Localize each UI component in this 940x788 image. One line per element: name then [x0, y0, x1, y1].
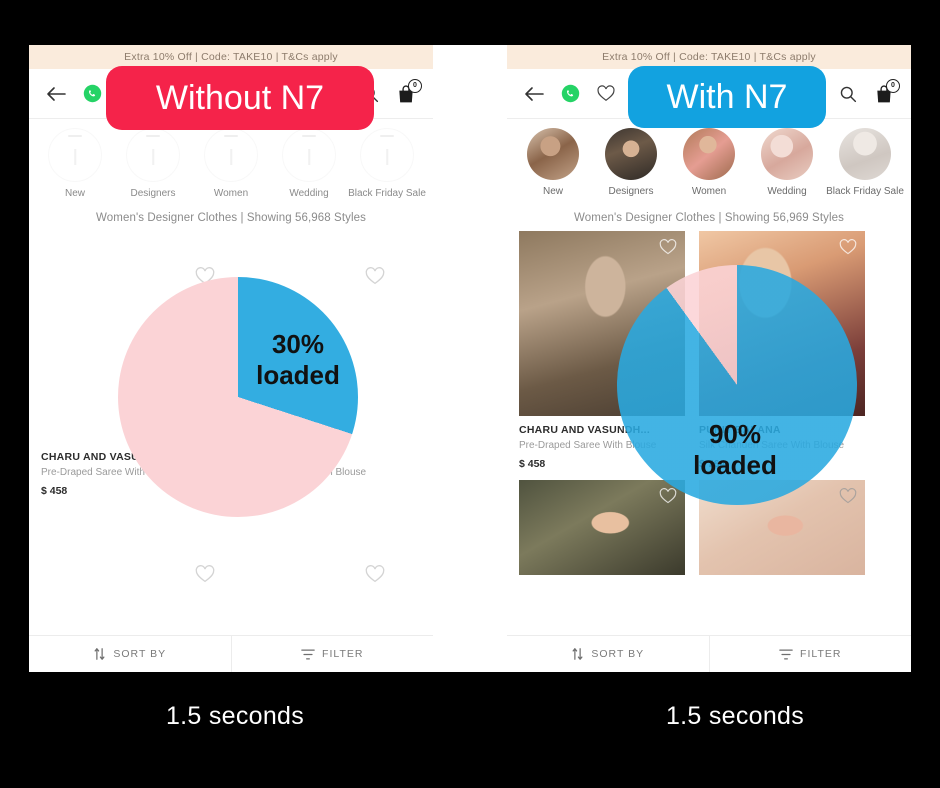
category-thumb	[761, 128, 813, 180]
category-thumb	[839, 128, 891, 180]
category-item[interactable]: New	[517, 128, 589, 197]
sort-by-label: SORT BY	[591, 648, 645, 660]
filter-icon	[301, 648, 315, 660]
sort-icon	[572, 648, 583, 660]
category-item[interactable]: Black Friday Sale	[348, 128, 426, 199]
filter-button[interactable]: FILTER	[232, 636, 434, 672]
whatsapp-icon[interactable]	[79, 81, 105, 107]
search-icon[interactable]	[835, 81, 861, 107]
category-label: Black Friday Sale	[826, 186, 904, 197]
promo-banner-text: Extra 10% Off | Code: TAKE10 | T&Cs appl…	[124, 51, 338, 63]
wishlist-heart-icon[interactable]	[659, 239, 677, 260]
wishlist-heart-icon[interactable]	[195, 565, 215, 588]
category-item[interactable]: Designers	[595, 128, 667, 197]
promo-banner-text: Extra 10% Off | Code: TAKE10 | T&Cs appl…	[602, 51, 816, 63]
category-thumb-placeholder	[48, 128, 102, 182]
caption-left: 1.5 seconds	[165, 702, 305, 730]
pie-value-percent: 30%	[271, 329, 325, 360]
filter-label: FILTER	[800, 648, 842, 660]
badge-without-n7: Without N7	[106, 66, 374, 130]
pie-value-percent: 90%	[708, 419, 762, 450]
category-thumb	[527, 128, 579, 180]
category-item[interactable]: Wedding	[273, 128, 345, 199]
styles-count-text: Women's Designer Clothes | Showing 56,96…	[574, 212, 844, 224]
category-thumb	[683, 128, 735, 180]
category-label: Designers	[130, 188, 176, 199]
bag-icon[interactable]: 0	[871, 78, 900, 107]
wishlist-heart-icon[interactable]	[659, 488, 677, 509]
caption-right: 1.5 seconds	[665, 702, 805, 730]
category-label: Wedding	[767, 186, 807, 197]
sort-by-button[interactable]: SORT BY	[29, 636, 232, 672]
category-label: New	[542, 186, 563, 197]
bottom-action-bar-right: SORT BY FILTER	[507, 635, 911, 672]
filter-button[interactable]: FILTER	[710, 636, 912, 672]
back-arrow-icon[interactable]	[521, 81, 547, 107]
wishlist-heart-icon[interactable]	[839, 239, 857, 260]
category-item[interactable]: Women	[673, 128, 745, 197]
category-thumb-placeholder	[126, 128, 180, 182]
badge-with-n7: With N7	[628, 66, 826, 128]
pie-value-caption: loaded	[693, 450, 777, 480]
category-strip-left: New Designers Women Wedding Black Friday…	[29, 120, 433, 203]
category-strip-right: New Designers Women Wedding Black Friday…	[507, 120, 911, 203]
styles-count-left: Women's Designer Clothes | Showing 56,96…	[29, 205, 433, 231]
badge-without-n7-label: Without N7	[155, 78, 325, 117]
category-label: Women	[213, 188, 249, 199]
category-label: Wedding	[289, 188, 329, 199]
pie-label-with-n7: 90% loaded	[655, 410, 815, 490]
category-item[interactable]: Wedding	[751, 128, 823, 197]
category-label: Black Friday Sale	[348, 188, 426, 199]
bag-count-badge: 0	[886, 78, 900, 93]
category-label: Women	[691, 186, 727, 197]
bag-icon[interactable]: 0	[393, 78, 422, 107]
category-item[interactable]: Designers	[117, 128, 189, 199]
category-thumb-placeholder	[204, 128, 258, 182]
styles-count-text: Women's Designer Clothes | Showing 56,96…	[96, 212, 366, 224]
category-item[interactable]: New	[39, 128, 111, 199]
category-label: New	[64, 188, 85, 199]
wishlist-heart-icon[interactable]	[365, 267, 385, 290]
pie-value-caption: loaded	[256, 360, 340, 390]
filter-label: FILTER	[322, 648, 364, 660]
sort-by-button[interactable]: SORT BY	[507, 636, 710, 672]
category-thumb-placeholder	[282, 128, 336, 182]
category-thumb	[605, 128, 657, 180]
comparison-figure: Extra 10% Off | Code: TAKE10 | T&Cs appl…	[0, 0, 940, 788]
category-thumb-placeholder	[360, 128, 414, 182]
sort-by-label: SORT BY	[113, 648, 167, 660]
badge-with-n7-label: With N7	[666, 77, 788, 116]
whatsapp-icon[interactable]	[557, 81, 583, 107]
product-card[interactable]	[519, 480, 685, 575]
back-arrow-icon[interactable]	[43, 81, 69, 107]
pie-label-without-n7: 30% loaded	[238, 320, 358, 400]
bag-count-badge: 0	[408, 78, 422, 93]
bottom-action-bar-left: SORT BY FILTER	[29, 635, 433, 672]
styles-count-right: Women's Designer Clothes | Showing 56,96…	[507, 205, 911, 231]
heart-icon[interactable]	[593, 81, 619, 107]
filter-icon	[779, 648, 793, 660]
category-item[interactable]: Women	[195, 128, 267, 199]
category-label: Designers	[608, 186, 654, 197]
sort-icon	[94, 648, 105, 660]
category-item[interactable]: Black Friday Sale	[826, 128, 904, 197]
product-image[interactable]	[519, 480, 685, 575]
wishlist-heart-icon[interactable]	[839, 488, 857, 509]
wishlist-heart-icon[interactable]	[365, 565, 385, 588]
